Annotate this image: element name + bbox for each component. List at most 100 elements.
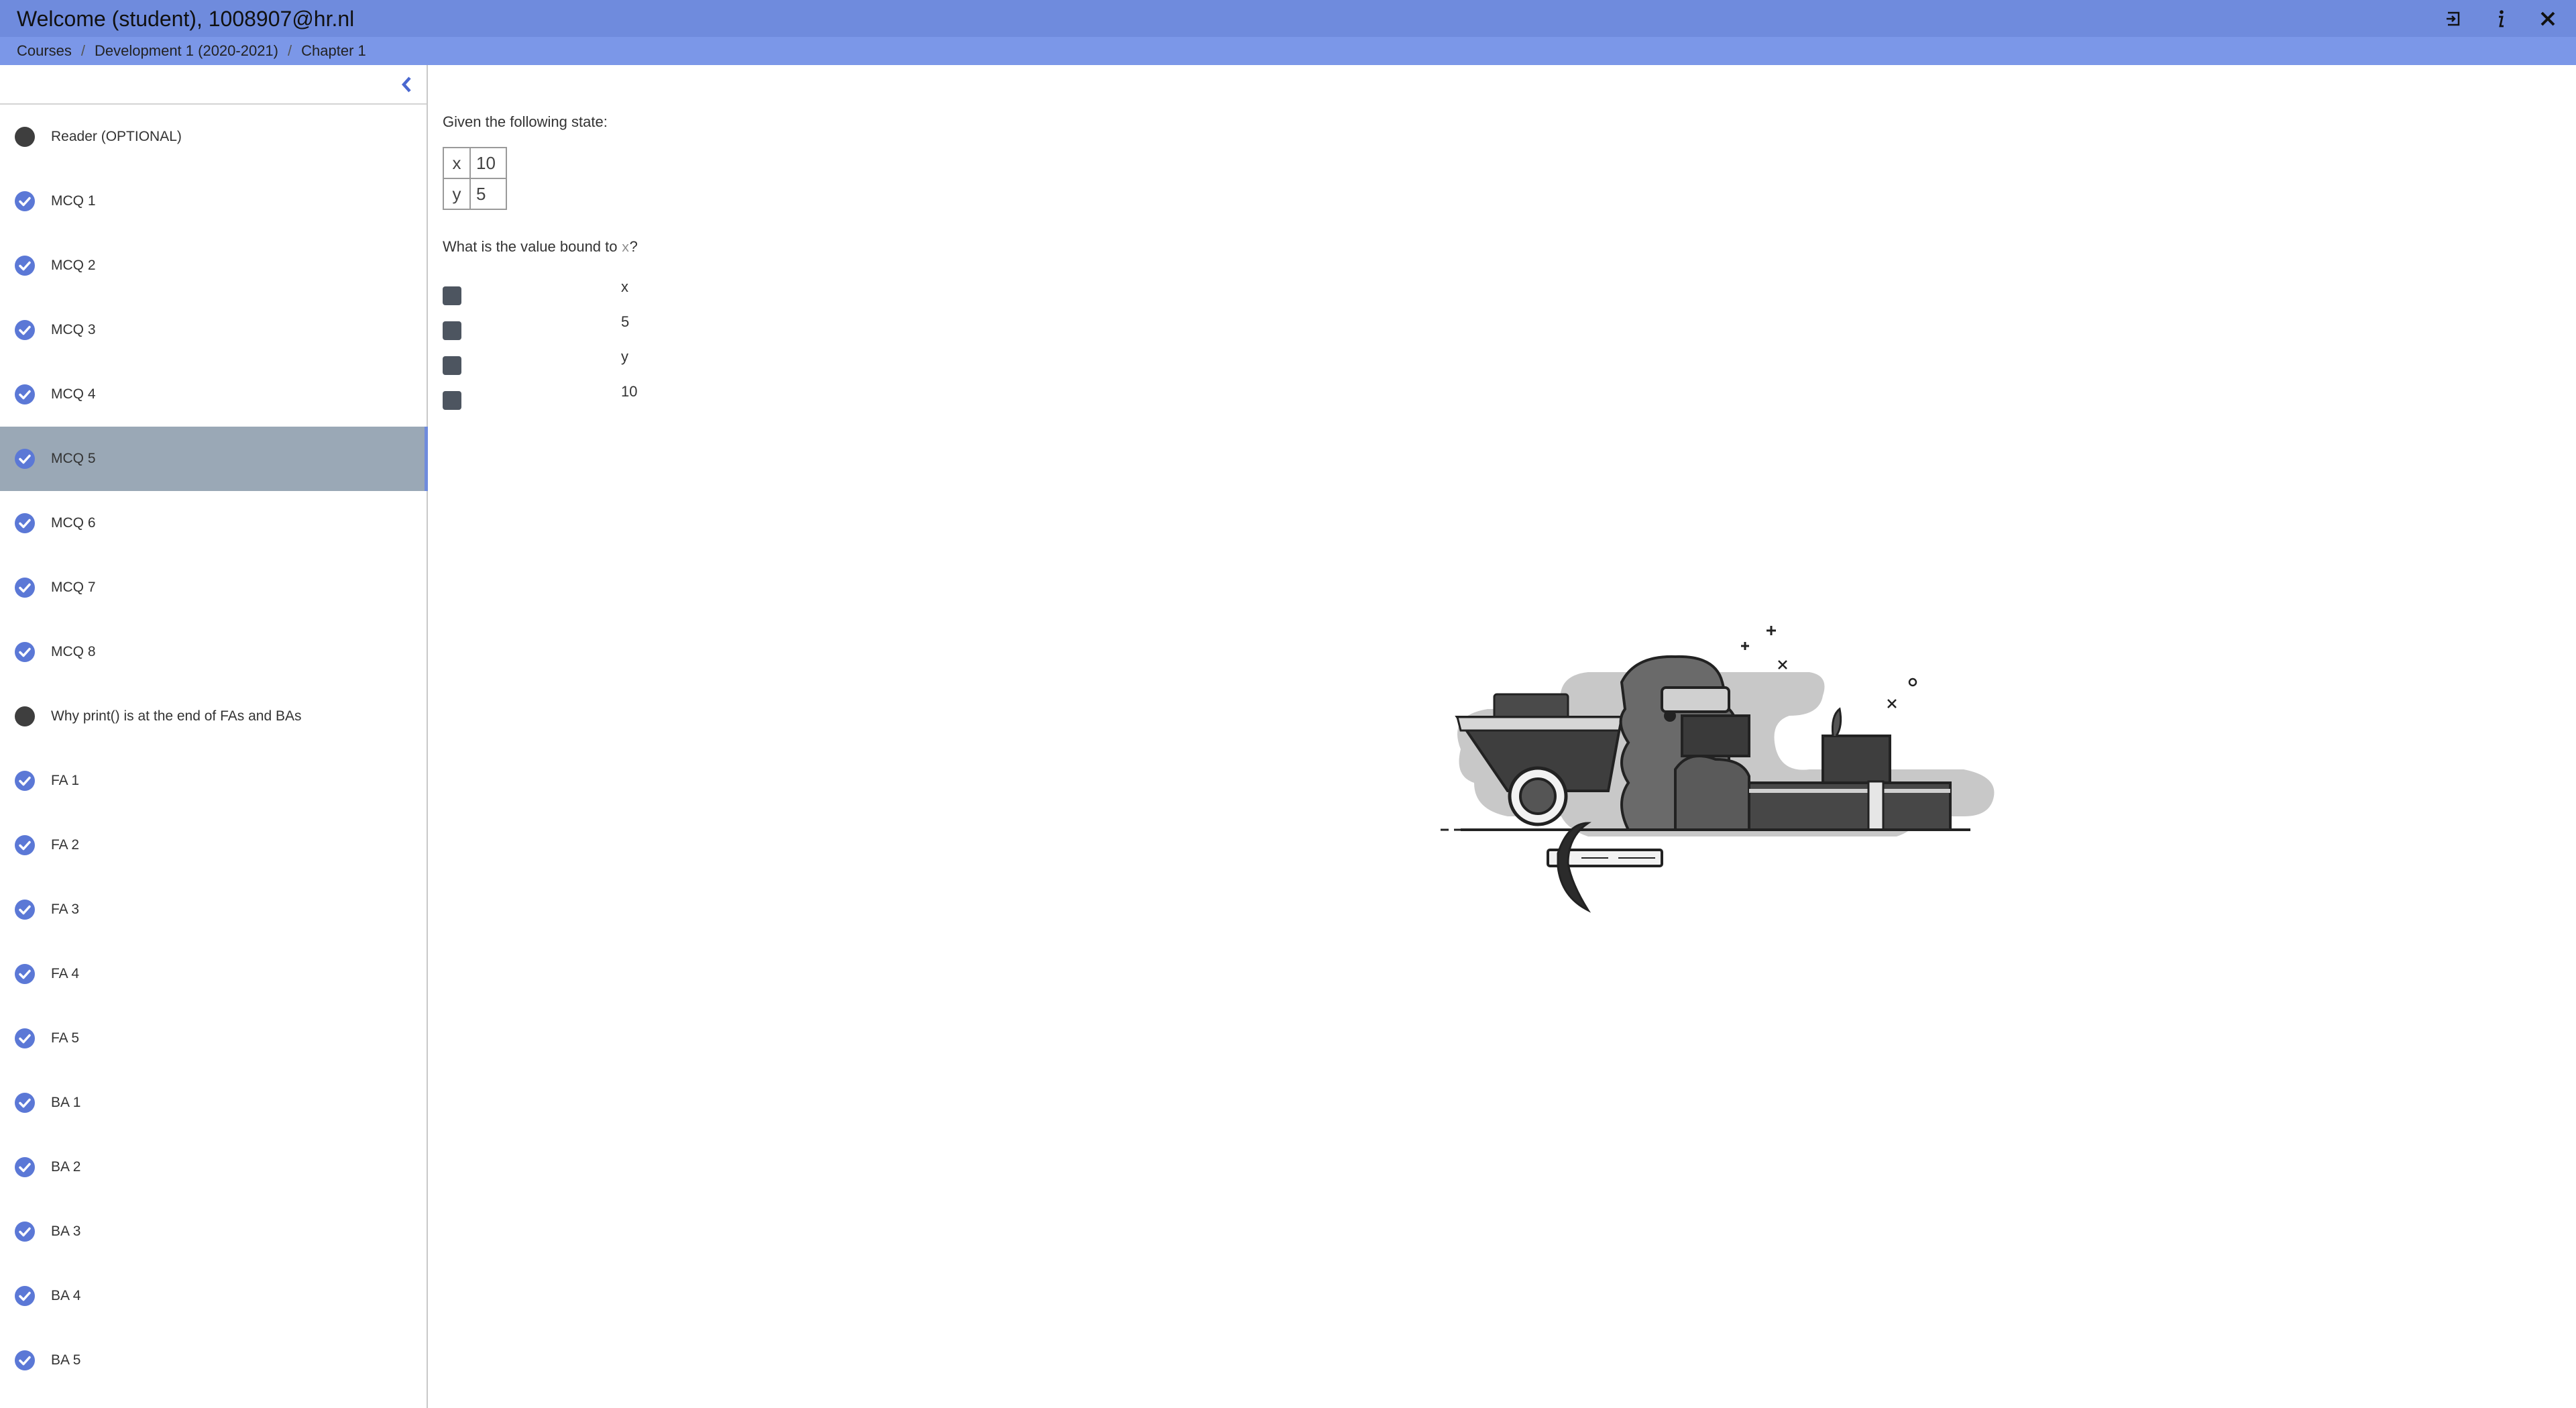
- check-circle-icon: [15, 320, 35, 340]
- close-icon[interactable]: [2533, 4, 2563, 34]
- incomplete-dot-icon: [15, 706, 35, 726]
- state-variable: y: [443, 178, 471, 210]
- sidebar-item[interactable]: MCQ 2: [0, 233, 427, 298]
- sidebar-header: [0, 65, 427, 105]
- check-circle-icon: [15, 1222, 35, 1242]
- check-circle-icon: [15, 1286, 35, 1306]
- sidebar-item[interactable]: MCQ 1: [0, 169, 427, 233]
- check-circle-icon: [15, 900, 35, 920]
- answer-checkbox[interactable]: [443, 356, 461, 375]
- check-circle-icon: [15, 1028, 35, 1048]
- check-circle-icon: [15, 513, 35, 533]
- check-circle-icon: [15, 964, 35, 984]
- sidebar-item[interactable]: MCQ 6: [0, 491, 427, 555]
- sidebar-item[interactable]: MCQ 8: [0, 620, 427, 684]
- check-circle-icon: [15, 256, 35, 276]
- answer-label: x: [621, 278, 628, 295]
- check-circle-icon: [15, 449, 35, 469]
- sidebar-item-label: MCQ 1: [51, 193, 96, 209]
- breadcrumb-separator: /: [80, 42, 86, 59]
- sidebar-item-label: MCQ 3: [51, 322, 96, 337]
- sidebar: Reader (OPTIONAL) MCQ 1 MCQ 2 MCQ 3 MCQ 4 MCQ…: [0, 65, 428, 1408]
- sidebar-item-label: BA 5: [51, 1352, 81, 1368]
- sidebar-item-label: FA 4: [51, 966, 80, 981]
- app-title: Welcome (student), 1008907@hr.nl: [17, 7, 355, 31]
- sidebar-item-label: MCQ 4: [51, 386, 96, 402]
- answer-label: 5: [621, 313, 630, 330]
- sidebar-item[interactable]: FA 1: [0, 749, 427, 813]
- sidebar-item-label: BA 3: [51, 1224, 81, 1239]
- breadcrumb-chapter[interactable]: Chapter 1: [301, 42, 366, 60]
- breadcrumb: Courses / Development 1 (2020-2021) / Ch…: [17, 37, 366, 65]
- answer-option[interactable]: 10: [443, 383, 657, 410]
- info-icon[interactable]: [2486, 4, 2516, 34]
- sidebar-item[interactable]: MCQ 7: [0, 555, 427, 620]
- sidebar-item[interactable]: MCQ 5: [0, 427, 428, 491]
- breadcrumb-courses[interactable]: Courses: [17, 42, 72, 60]
- check-circle-icon: [15, 191, 35, 211]
- sidebar-item[interactable]: FA 3: [0, 877, 427, 942]
- sidebar-item[interactable]: BA 4: [0, 1264, 427, 1328]
- question-tail: ?: [629, 238, 638, 255]
- sidebar-item-label: BA 4: [51, 1288, 81, 1303]
- sidebar-item-label: BA 1: [51, 1095, 81, 1110]
- answer-option[interactable]: x: [443, 278, 657, 305]
- sidebar-item[interactable]: BA 1: [0, 1071, 427, 1135]
- question-prompt: Given the following state:: [443, 113, 608, 130]
- sidebar-item-label: FA 2: [51, 837, 80, 853]
- answer-checkbox[interactable]: [443, 321, 461, 340]
- question-text: What is the value bound to x?: [443, 238, 638, 256]
- sidebar-item-label: MCQ 6: [51, 515, 96, 531]
- breadcrumb-separator: /: [288, 42, 292, 59]
- sidebar-item[interactable]: FA 4: [0, 942, 427, 1006]
- sidebar-item-label: Reader (OPTIONAL): [51, 129, 182, 144]
- check-circle-icon: [15, 1093, 35, 1113]
- chevron-left-icon[interactable]: [397, 74, 417, 95]
- state-table: x 10 y 5: [443, 147, 507, 210]
- check-circle-icon: [15, 578, 35, 598]
- answer-checkbox[interactable]: [443, 286, 461, 305]
- sidebar-item[interactable]: MCQ 3: [0, 298, 427, 362]
- sidebar-item[interactable]: MCQ 4: [0, 362, 427, 427]
- breadcrumb-course[interactable]: Development 1 (2020-2021): [95, 42, 278, 60]
- table-row: y 5: [443, 178, 507, 210]
- state-value: 5: [469, 178, 507, 210]
- sidebar-item[interactable]: FA 2: [0, 813, 427, 877]
- check-circle-icon: [15, 835, 35, 855]
- sidebar-list: Reader (OPTIONAL) MCQ 1 MCQ 2 MCQ 3 MCQ 4 MCQ…: [0, 105, 428, 1393]
- main-content: Given the following state: x 10 y 5 What…: [428, 65, 2576, 1408]
- sidebar-item[interactable]: BA 5: [0, 1328, 427, 1393]
- incomplete-dot-icon: [15, 127, 35, 147]
- sidebar-item-label: FA 1: [51, 773, 80, 788]
- sidebar-item-label: MCQ 8: [51, 644, 96, 659]
- sidebar-item[interactable]: Why print() is at the end of FAs and BAs: [0, 684, 427, 749]
- check-circle-icon: [15, 642, 35, 662]
- sidebar-item[interactable]: FA 5: [0, 1006, 427, 1071]
- app-header: Welcome (student), 1008907@hr.nl: [0, 0, 2576, 37]
- sidebar-item-label: MCQ 5: [51, 451, 96, 466]
- sidebar-item-label: MCQ 7: [51, 580, 96, 595]
- window-controls: [2439, 0, 2563, 37]
- sidebar-item-label: FA 5: [51, 1030, 80, 1046]
- question-code: x: [621, 241, 630, 256]
- check-circle-icon: [15, 771, 35, 791]
- breadcrumb-bar: Courses / Development 1 (2020-2021) / Ch…: [0, 37, 2576, 65]
- sidebar-item-label: MCQ 2: [51, 258, 96, 273]
- check-circle-icon: [15, 1157, 35, 1177]
- check-circle-icon: [15, 1350, 35, 1370]
- sidebar-item[interactable]: Reader (OPTIONAL): [0, 105, 427, 169]
- sidebar-item[interactable]: BA 2: [0, 1135, 427, 1199]
- answer-option[interactable]: y: [443, 348, 657, 375]
- sidebar-item-label: Why print() is at the end of FAs and BAs: [51, 708, 302, 724]
- answer-checkbox[interactable]: [443, 391, 461, 410]
- answer-label: y: [621, 348, 628, 365]
- state-value: 10: [469, 147, 507, 179]
- answer-option[interactable]: 5: [443, 313, 657, 340]
- question-lead: What is the value bound to: [443, 238, 622, 255]
- exit-icon[interactable]: [2439, 4, 2469, 34]
- sidebar-item-label: BA 2: [51, 1159, 81, 1175]
- sidebar-item[interactable]: BA 3: [0, 1199, 427, 1264]
- state-variable: x: [443, 147, 471, 179]
- answer-label: 10: [621, 383, 638, 400]
- table-row: x 10: [443, 147, 507, 179]
